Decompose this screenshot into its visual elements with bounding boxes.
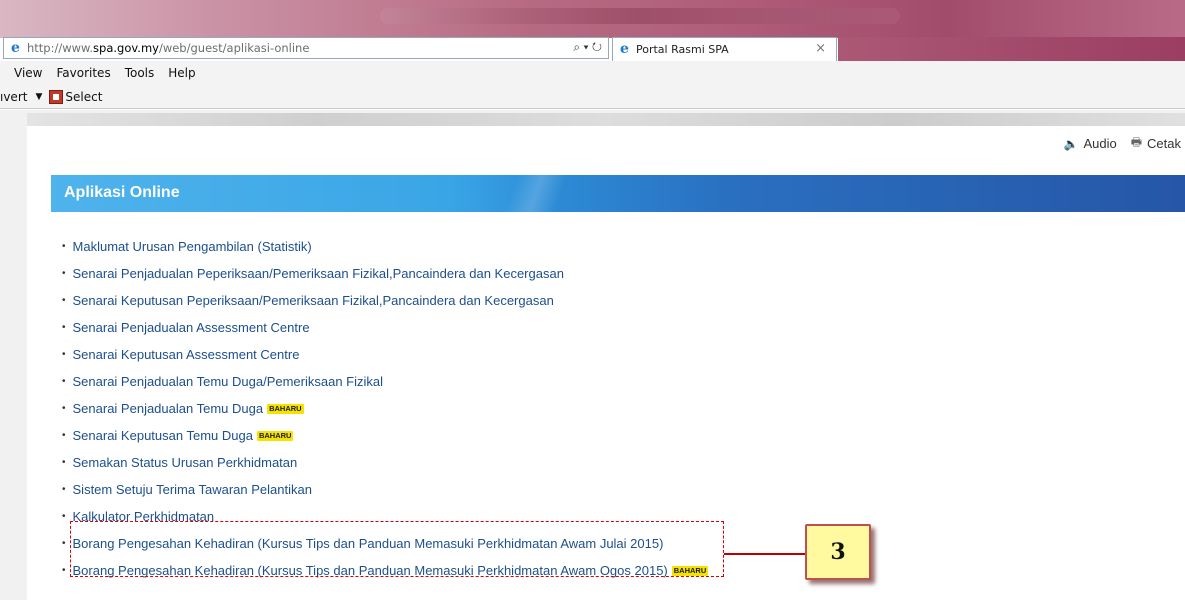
callout-number: 3 <box>805 524 871 580</box>
list-item: • Senarai Keputusan Assessment Centre <box>62 341 708 368</box>
menu-help[interactable]: Help <box>168 66 195 80</box>
refresh-icon[interactable]: ↻ <box>592 40 602 54</box>
bullet-icon: • <box>62 430 66 441</box>
list-link[interactable]: Sistem Setuju Terima Tawaran Pelantikan <box>73 482 312 497</box>
bullet-icon: • <box>62 511 66 522</box>
bullet-icon: • <box>62 484 66 495</box>
list-item: • Senarai Penjadualan Temu Duga BAHARU <box>62 395 708 422</box>
new-badge: BAHARU <box>267 403 304 414</box>
url-text[interactable]: http://www.spa.gov.my/web/guest/aplikasi… <box>27 41 309 55</box>
list-link[interactable]: Senarai Penjadualan Temu Duga <box>73 401 264 416</box>
printer-icon: 🖶 <box>1130 135 1143 149</box>
new-badge: BAHARU <box>256 430 294 441</box>
highlight-box <box>70 521 724 577</box>
search-dropdown-icon[interactable]: ⌕ ▾ <box>573 40 588 54</box>
list-link[interactable]: Senarai Keputusan Peperiksaan/Pemeriksaa… <box>73 293 554 308</box>
list-item: • Senarai Penjadualan Temu Duga/Pemeriksa… <box>62 368 708 395</box>
bullet-icon: • <box>62 565 66 576</box>
convert-dropdown-icon[interactable]: ▼ <box>35 92 42 102</box>
bullet-icon: • <box>62 268 66 279</box>
convert-button[interactable]: ıvert <box>0 90 27 104</box>
tab-strip-background <box>838 37 1185 61</box>
speaker-icon: 🔈 <box>1063 136 1079 151</box>
browser-title-bar <box>0 0 1185 38</box>
menu-view[interactable]: View <box>14 66 42 80</box>
address-controls[interactable]: ⌕ ▾ ↻ <box>573 40 602 55</box>
list-item: • Senarai Penjadualan Assessment Centre <box>62 314 708 341</box>
list-link[interactable]: Semakan Status Urusan Perkhidmatan <box>73 455 298 470</box>
list-link[interactable]: Senarai Penjadualan Peperiksaan/Pemeriks… <box>73 266 564 281</box>
title-bar-blur <box>380 8 900 24</box>
ie-icon: e <box>11 39 20 56</box>
audio-label: Audio <box>1083 136 1117 151</box>
select-button[interactable]: Select <box>65 90 102 104</box>
list-link[interactable]: Senarai Keputusan Temu Duga <box>73 428 253 443</box>
tab-close-icon[interactable]: × <box>815 41 826 56</box>
list-item: • Senarai Penjadualan Peperiksaan/Pemerik… <box>62 260 708 287</box>
section-title: Aplikasi Online <box>64 184 180 201</box>
list-item: • Senarai Keputusan Temu Duga BAHARU <box>62 422 708 449</box>
page-top-blur <box>27 113 1185 127</box>
callout-connector <box>724 553 805 555</box>
menu-favorites[interactable]: Favorites <box>56 66 110 80</box>
bullet-icon: • <box>62 376 66 387</box>
bullet-icon: • <box>62 349 66 360</box>
list-item: • Semakan Status Urusan Perkhidmatan <box>62 449 708 476</box>
menu-bar: View Favorites Tools Help <box>0 61 1185 85</box>
audio-link[interactable]: 🔈 Audio <box>1064 133 1117 154</box>
bullet-icon: • <box>62 457 66 468</box>
list-item: • Senarai Keputusan Peperiksaan/Pemeriksa… <box>62 287 708 314</box>
list-link[interactable]: Senarai Penjadualan Temu Duga/Pemeriksaa… <box>73 374 384 389</box>
section-header: Aplikasi Online <box>51 175 1185 212</box>
page-tools: 🔈 Audio 🖶 Cetak <box>1064 133 1182 154</box>
command-bar: ıvert ▼ Select <box>0 85 1185 109</box>
bullet-icon: • <box>62 538 66 549</box>
select-icon <box>49 89 64 104</box>
tab-title: Portal Rasmi SPA <box>636 43 729 56</box>
list-link[interactable]: Senarai Keputusan Assessment Centre <box>73 347 300 362</box>
tab-ie-icon: e <box>620 41 629 57</box>
list-link[interactable]: Senarai Penjadualan Assessment Centre <box>73 320 310 335</box>
bullet-icon: • <box>62 403 66 414</box>
list-item: • Sistem Setuju Terima Tawaran Pelantikan <box>62 476 708 503</box>
bullet-icon: • <box>62 241 66 252</box>
browser-tab[interactable]: e Portal Rasmi SPA × <box>612 37 837 61</box>
list-link[interactable]: Maklumat Urusan Pengambilan (Statistik) <box>73 239 312 254</box>
print-label: Cetak <box>1147 136 1181 151</box>
bullet-icon: • <box>62 322 66 333</box>
list-item: • Maklumat Urusan Pengambilan (Statistik) <box>62 233 708 260</box>
bullet-icon: • <box>62 295 66 306</box>
address-bar[interactable]: e http://www.spa.gov.my/web/guest/aplika… <box>3 37 609 59</box>
print-link[interactable]: 🖶 Cetak <box>1131 133 1181 154</box>
menu-tools[interactable]: Tools <box>125 66 155 80</box>
